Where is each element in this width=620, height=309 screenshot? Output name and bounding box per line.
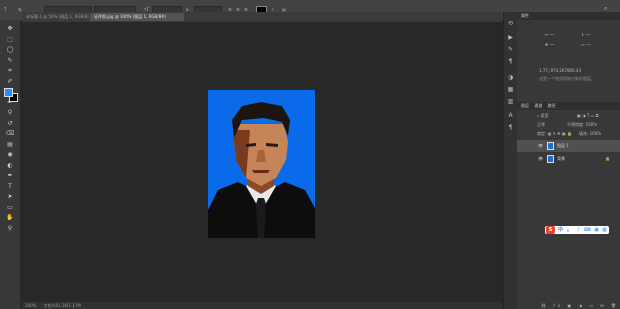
properties-title: 属性 xyxy=(521,13,529,18)
tab-untitled-label: 未标题-1 @ 50% (图层 1, RGB/8) xyxy=(26,14,89,19)
lock-label: 锁定: xyxy=(537,131,547,136)
ime-chinese-toggle[interactable]: 中 xyxy=(556,226,565,234)
mouth-shape xyxy=(252,170,270,173)
lock-icon: 🔒 xyxy=(605,156,610,161)
tab-untitled[interactable]: 未标题-1 @ 50% (图层 1, RGB/8) xyxy=(22,13,89,21)
document-size: 文档:601.2K/1.17M xyxy=(43,303,81,308)
type-tool-icon[interactable]: T xyxy=(4,7,6,13)
canvas-area[interactable] xyxy=(22,22,502,302)
layers-panel-header: 图层 通道 路径 xyxy=(517,102,620,110)
adjustments-icon[interactable]: ◑ xyxy=(507,74,514,81)
history-brush-tool-icon[interactable]: ↺ xyxy=(3,119,17,128)
ime-punctuation[interactable]: 。 xyxy=(565,226,574,234)
visibility-eye-icon[interactable]: 👁 xyxy=(538,153,543,165)
lock-controls[interactable]: 锁定: ▦ ✎ ✥ ▣ 🔒 xyxy=(537,131,572,137)
gradient-tool-icon[interactable]: ▤ xyxy=(3,140,17,149)
actions-icon[interactable]: ▶ xyxy=(507,34,514,41)
properties-info-line: 1.77,,974,267806.43 xyxy=(539,68,581,73)
fill-control[interactable]: 填充: 100% xyxy=(579,131,601,137)
character-icon[interactable]: A xyxy=(507,112,514,119)
tab-channels[interactable]: 通道 xyxy=(530,103,542,108)
layer-row-background[interactable]: 👁 背景 🔒 xyxy=(517,153,620,165)
ime-tools-icon[interactable]: ▦ xyxy=(600,226,609,234)
marquee-tool-icon[interactable]: ⬚ xyxy=(3,35,17,44)
quick-select-tool-icon[interactable]: ✎ xyxy=(3,56,17,65)
transform-h-icon: ↕ ── xyxy=(581,32,591,37)
layer-filter-icons[interactable]: ▣ ◑ T ▭ ⧉ xyxy=(577,113,598,118)
tools-panel: ✥⬚◯✎⌗✐✚✏⚲↺⌫▤◉◐✒T➤▭✋⚲ xyxy=(0,20,21,309)
paragraph-icon[interactable]: ¶ xyxy=(507,58,514,65)
status-bar: 100% 文档:601.2K/1.17M xyxy=(22,302,502,309)
visibility-eye-icon[interactable]: 👁 xyxy=(538,140,543,152)
foreground-color-swatch[interactable] xyxy=(4,88,13,97)
tab-layers[interactable]: 图层 xyxy=(517,103,529,108)
hand-tool-icon[interactable]: ✋ xyxy=(3,213,17,222)
right-panels: 属性 ↔ ── ↕ ── ✥ ── ▭ ── 1.77,,974,267806.… xyxy=(517,12,620,309)
brush-settings-icon[interactable]: ✎ xyxy=(507,46,514,53)
zoom-tool-icon[interactable]: ⚲ xyxy=(3,224,17,233)
layer-thumbnail xyxy=(547,155,554,163)
transform-x-icon: ✥ ── xyxy=(545,42,555,47)
ime-logo[interactable]: S xyxy=(546,226,555,234)
layer-row-layer1[interactable]: 👁 图层 1 xyxy=(517,140,620,152)
libraries-icon[interactable]: ▥ xyxy=(507,98,514,105)
tab-id-photo-label: 证件照.jpg @ 100% (图层 1, RGB/8#) xyxy=(94,14,167,19)
opacity-control[interactable]: 不透明度: 100% xyxy=(567,122,597,128)
swatches-icon[interactable]: ▦ xyxy=(507,86,514,93)
layer-kind-filter[interactable]: ⌕ 类型 xyxy=(537,113,549,119)
blur-tool-icon[interactable]: ◉ xyxy=(3,150,17,159)
glyphs-icon[interactable]: ¶ xyxy=(507,124,514,131)
shape-tool-icon[interactable]: ▭ xyxy=(3,203,17,212)
path-select-tool-icon[interactable]: ➤ xyxy=(3,192,17,201)
blend-mode-select[interactable]: 正常 xyxy=(537,122,545,128)
opacity-label: 不透明度: xyxy=(567,122,585,127)
eraser-tool-icon[interactable]: ⌫ xyxy=(3,129,17,138)
kind-label: 类型 xyxy=(540,113,549,118)
tab-id-photo[interactable]: 证件照.jpg @ 100% (图层 1, RGB/8#) xyxy=(90,13,184,21)
fill-value: 100% xyxy=(589,131,602,136)
stamp-tool-icon[interactable]: ⚲ xyxy=(3,108,17,117)
fill-label: 填充: xyxy=(579,131,589,136)
ime-keyboard-icon[interactable]: ⌨ xyxy=(583,226,592,234)
kind-search-icon: ⌕ xyxy=(537,113,540,118)
ime-toolbar[interactable]: S 中 。 ♪ ⌨ ▣ ▦ xyxy=(545,226,609,234)
zoom-level[interactable]: 100% xyxy=(22,303,36,308)
layers-footer-icons[interactable]: ⛓ fx ▣ ◑ ▭ ⊞ 🗑 xyxy=(541,303,619,308)
eyedropper-tool-icon[interactable]: ✐ xyxy=(3,77,17,86)
history-icon[interactable]: ⟲ xyxy=(507,20,514,27)
layer-name-background[interactable]: 背景 xyxy=(557,153,565,165)
panel-icon-strip: ⟲ ▶ ✎ ¶ ◑ ▦ ▥ A ¶ xyxy=(503,12,517,309)
document-tab-bar: 未标题-1 @ 50% (图层 1, RGB/8) 证件照.jpg @ 100%… xyxy=(22,12,502,22)
type-tool-icon[interactable]: T xyxy=(3,182,17,191)
ime-voice-icon[interactable]: ♪ xyxy=(574,226,583,234)
id-photo-canvas[interactable] xyxy=(208,90,315,238)
lasso-tool-icon[interactable]: ◯ xyxy=(3,45,17,54)
layer-thumbnail xyxy=(547,142,554,150)
properties-panel-header: 属性 xyxy=(517,12,620,20)
move-tool-icon[interactable]: ✥ xyxy=(3,24,17,33)
dodge-tool-icon[interactable]: ◐ xyxy=(3,161,17,170)
pen-tool-icon[interactable]: ✒ xyxy=(3,171,17,180)
layer-name-layer1[interactable]: 图层 1 xyxy=(557,140,569,152)
text-orientation-icon[interactable]: ⇅ xyxy=(18,7,21,13)
transform-w-icon: ↔ ── xyxy=(545,32,555,37)
transform-y-icon: ▭ ── xyxy=(581,42,591,47)
crop-tool-icon[interactable]: ⌗ xyxy=(3,66,17,75)
tab-paths[interactable]: 路径 xyxy=(544,103,556,108)
opacity-value: 100% xyxy=(585,122,598,127)
properties-hint: 这是一个使用智能对象的图层。 xyxy=(539,76,595,81)
